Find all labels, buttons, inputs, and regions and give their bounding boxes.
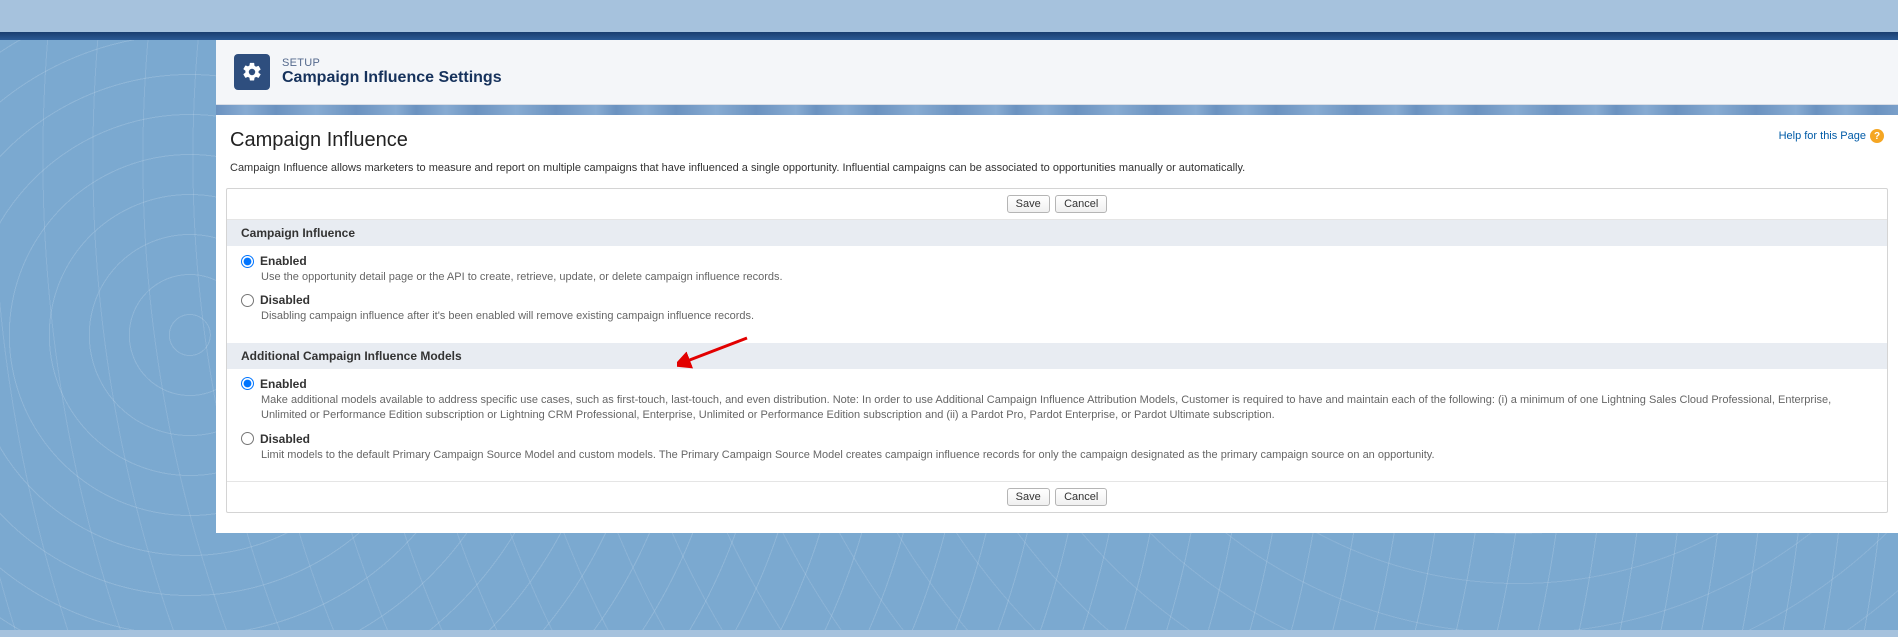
section-header-campaign-influence: Campaign Influence — [227, 220, 1887, 246]
help-link[interactable]: Help for this Page ? — [1779, 129, 1884, 143]
radio-ci-enabled[interactable] — [241, 255, 254, 268]
header-subtitle: SETUP — [282, 57, 502, 69]
radio-item-am-disabled: Disabled Limit models to the default Pri… — [241, 432, 1873, 463]
radio-item-ci-disabled: Disabled Disabling campaign influence af… — [241, 293, 1873, 324]
button-row-top: Save Cancel — [227, 189, 1887, 220]
radio-label-ci-enabled: Enabled — [260, 254, 307, 268]
radio-desc-ci-disabled: Disabling campaign influence after it's … — [261, 309, 1873, 324]
section-header-additional-models-text: Additional Campaign Influence Models — [241, 349, 462, 363]
button-row-bottom: Save Cancel — [227, 481, 1887, 512]
radio-item-am-enabled: Enabled Make additional models available… — [241, 377, 1873, 424]
decorative-strip — [216, 105, 1898, 115]
blue-divider — [0, 32, 1898, 40]
main-panel: Campaign Influence Help for this Page ? … — [216, 115, 1898, 533]
radio-group-additional-models: Enabled Make additional models available… — [227, 369, 1887, 481]
top-bar — [0, 0, 1898, 32]
radio-desc-ci-enabled: Use the opportunity detail page or the A… — [261, 270, 1873, 285]
header-text-block: SETUP Campaign Influence Settings — [282, 57, 502, 87]
header-title: Campaign Influence Settings — [282, 69, 502, 87]
intro-text: Campaign Influence allows marketers to m… — [226, 162, 1888, 188]
save-button[interactable]: Save — [1007, 195, 1050, 213]
radio-am-enabled[interactable] — [241, 377, 254, 390]
form-container: Save Cancel Campaign Influence Enabled U… — [226, 188, 1888, 513]
page-header-panel: SETUP Campaign Influence Settings — [216, 40, 1898, 105]
cancel-button-bottom[interactable]: Cancel — [1055, 488, 1107, 506]
radio-item-ci-enabled: Enabled Use the opportunity detail page … — [241, 254, 1873, 285]
content-wrapper: SETUP Campaign Influence Settings Campai… — [216, 40, 1898, 533]
save-button-bottom[interactable]: Save — [1007, 488, 1050, 506]
section-header-additional-models: Additional Campaign Influence Models — [227, 343, 1887, 369]
main-background: SETUP Campaign Influence Settings Campai… — [0, 40, 1898, 630]
radio-desc-am-disabled: Limit models to the default Primary Camp… — [261, 448, 1873, 463]
gear-icon — [234, 54, 270, 90]
cancel-button[interactable]: Cancel — [1055, 195, 1107, 213]
radio-ci-disabled[interactable] — [241, 294, 254, 307]
radio-group-campaign-influence: Enabled Use the opportunity detail page … — [227, 246, 1887, 343]
help-icon: ? — [1870, 129, 1884, 143]
radio-label-am-enabled: Enabled — [260, 377, 307, 391]
radio-desc-am-enabled: Make additional models available to addr… — [261, 393, 1873, 424]
radio-am-disabled[interactable] — [241, 432, 254, 445]
page-heading-row: Campaign Influence Help for this Page ? — [226, 129, 1888, 162]
radio-label-ci-disabled: Disabled — [260, 293, 310, 307]
radio-label-am-disabled: Disabled — [260, 432, 310, 446]
help-link-text: Help for this Page — [1779, 130, 1866, 142]
page-heading: Campaign Influence — [230, 129, 408, 152]
